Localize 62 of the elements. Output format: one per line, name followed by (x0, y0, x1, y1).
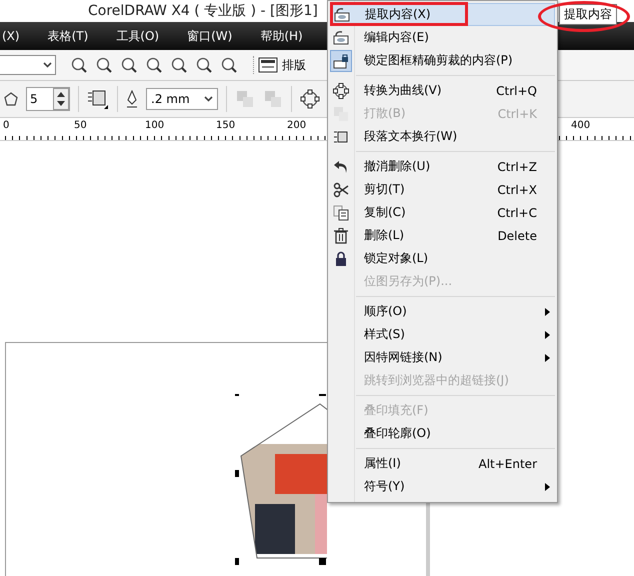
convert-to-curves-icon[interactable] (300, 89, 320, 109)
ruler-label: 150 (216, 120, 236, 131)
frame-contents-icon (333, 30, 349, 46)
pentagon-icon (4, 92, 18, 106)
menu-item[interactable]: 符号(Y) (328, 475, 557, 498)
scissors-icon (333, 182, 349, 198)
menu-item[interactable]: 叠印轮廓(O) (328, 422, 557, 445)
zoom-icon[interactable] (70, 56, 88, 74)
frame-contents-icon (334, 6, 350, 22)
menu-item[interactable]: 窗口(W) (187, 28, 232, 44)
menu-item[interactable]: 编辑内容(E) (328, 26, 557, 49)
menu-item[interactable]: 转换为曲线(V) Ctrl+Q (328, 79, 557, 102)
padlock-icon (333, 250, 349, 266)
zoom-icon[interactable] (120, 56, 138, 74)
submenu-arrow-icon (545, 354, 550, 362)
spinner-arrows-icon[interactable] (53, 88, 69, 110)
sides-spinner[interactable]: 5 (26, 87, 70, 111)
ruler-label: 100 (145, 120, 164, 131)
menu-item[interactable]: 复制(C) Ctrl+C (328, 201, 557, 224)
menu-item[interactable]: 样式(S) (328, 323, 557, 346)
curve-nodes-icon (333, 82, 349, 98)
menu-item[interactable]: 锁定对象(L) (328, 247, 557, 270)
zoom-icon[interactable] (95, 56, 113, 74)
menu-item[interactable]: 段落文本换行(W) (328, 125, 557, 148)
ruler-label: 0 (3, 120, 10, 131)
outline-width-value: .2 mm (151, 92, 190, 106)
layout-icon (258, 56, 278, 74)
chevron-down-icon (43, 62, 52, 68)
menu-item[interactable]: 帮助(H) (260, 28, 303, 44)
trash-icon (333, 228, 349, 244)
menu-item[interactable]: 工具(O) (116, 28, 160, 44)
layout-button[interactable]: 排版 (253, 56, 310, 74)
window-title: CorelDRAW X4 ( 专业版 ) - [图形1] (88, 2, 318, 20)
text-wrap-icon (333, 128, 349, 144)
menu-item[interactable]: 剪切(T) Ctrl+X (328, 178, 557, 201)
zoom-icon[interactable] (220, 56, 238, 74)
menu-item[interactable]: 删除(L) Delete (328, 224, 557, 247)
ruler-label: 50 (74, 120, 87, 131)
menu-item[interactable]: 锁定图框精确剪裁的内容(P) (328, 49, 557, 72)
submenu-arrow-icon (545, 330, 550, 338)
menu-item[interactable]: (X) (2, 29, 20, 43)
menu-item[interactable]: 因特网链接(N) (328, 346, 557, 369)
menu-item[interactable]: 撤消删除(U) Ctrl+Z (328, 155, 557, 178)
zoom-icon[interactable] (145, 56, 163, 74)
submenu-arrow-icon (545, 482, 550, 490)
frame-lock-icon (333, 52, 349, 68)
copy-icon (333, 204, 349, 220)
menu-item[interactable]: 顺序(O) (328, 300, 557, 323)
chevron-down-icon (204, 96, 213, 102)
pen-icon (126, 90, 138, 108)
zoom-icon[interactable] (170, 56, 188, 74)
outline-width-dropdown[interactable]: .2 mm (146, 88, 218, 110)
ruler-label: 200 (287, 120, 306, 131)
dropdown-field[interactable] (0, 55, 56, 75)
submenu-arrow-icon (545, 308, 550, 316)
undo-icon (333, 158, 349, 174)
zoom-icon[interactable] (195, 56, 213, 74)
wrap-text-icon[interactable] (87, 88, 109, 110)
sides-value: 5 (30, 92, 38, 106)
menu-item[interactable]: 表格(T) (48, 28, 88, 44)
menu-item[interactable]: 属性(I) Alt+Enter (328, 452, 557, 475)
ruler-label: 400 (571, 120, 590, 131)
